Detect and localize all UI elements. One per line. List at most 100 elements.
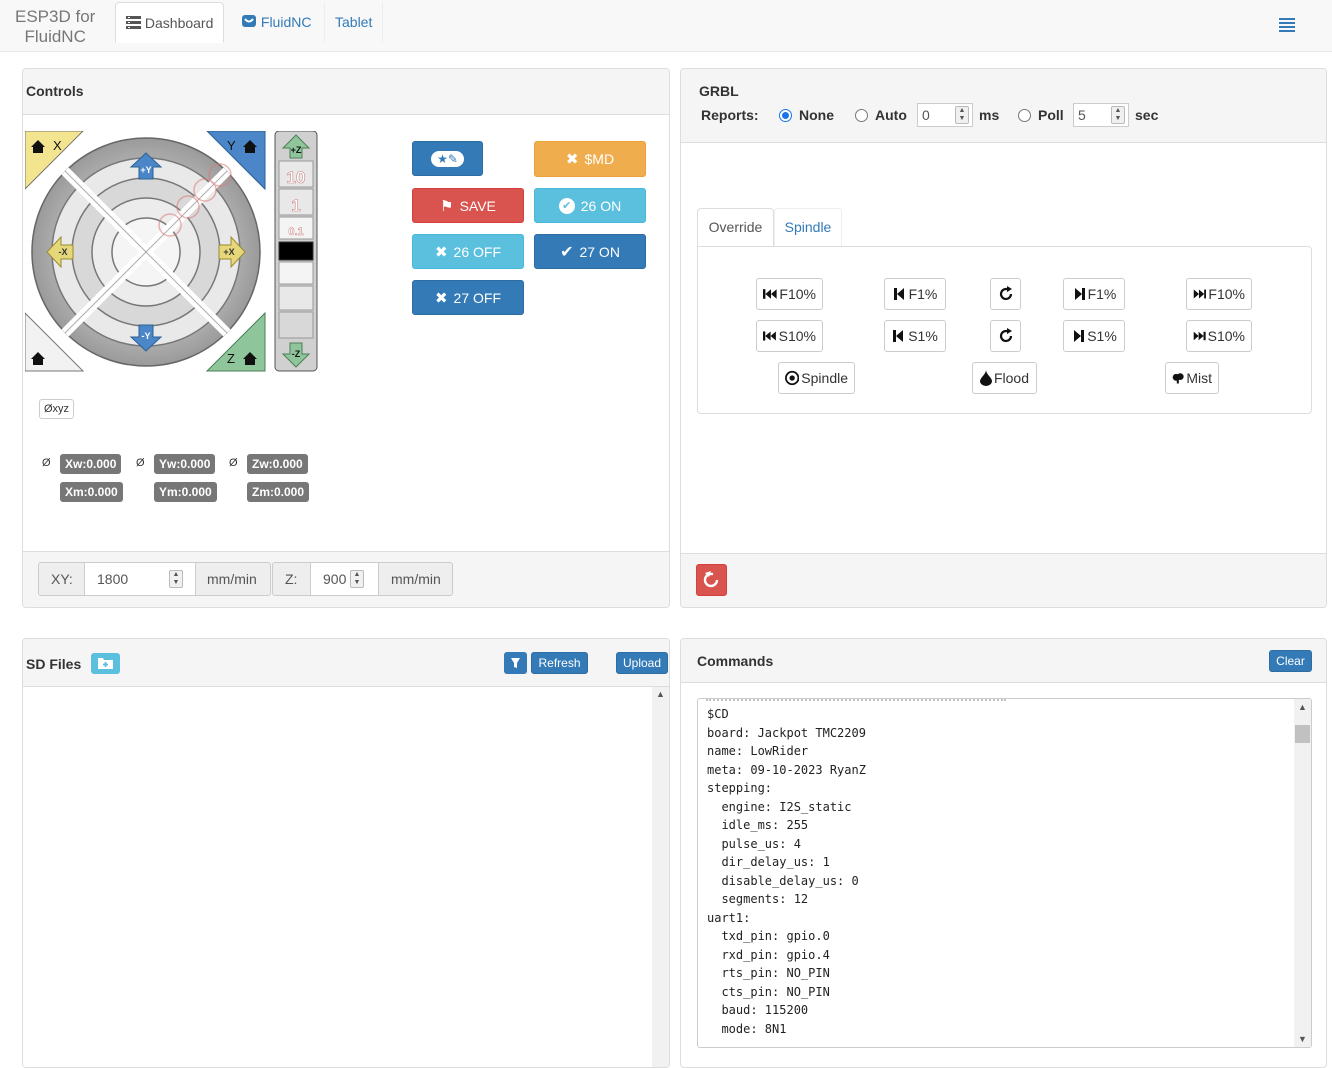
z-step-10[interactable]: 10 (286, 168, 306, 188)
controls-title: Controls (26, 83, 84, 99)
commands-output[interactable]: $CD board: Jackpot TMC2209 name: LowRider m… (697, 698, 1312, 1048)
spindle-reset-button[interactable] (990, 320, 1021, 352)
check-icon: ✔ (560, 243, 574, 261)
poll-interval-value: 5 (1078, 107, 1086, 123)
tab-tablet[interactable]: Tablet (324, 2, 384, 42)
xy-feed-spinner[interactable]: ▲ ▼ (169, 570, 183, 588)
fast-forward-icon (1193, 331, 1206, 341)
reports-poll-radio[interactable] (1018, 103, 1031, 127)
auto-interval-spinner[interactable]: ▲ ▼ (955, 106, 969, 124)
hamburger-menu-icon[interactable] (1279, 18, 1295, 34)
feed-plus-10-button[interactable]: F10% (1186, 278, 1252, 310)
grbl-footer (681, 553, 1326, 607)
z-feed-label: Z: (285, 571, 298, 587)
z-feed-input[interactable]: 900 ▲ ▼ (310, 562, 379, 596)
feed-plus-10-label: F10% (1208, 286, 1245, 302)
commands-scrollbar[interactable]: ▲ ▼ (1294, 699, 1311, 1047)
commands-panel: Commands Clear $CD board: Jackpot TMC2209… (680, 638, 1327, 1068)
auto-interval-value: 0 (922, 107, 930, 123)
filter-button[interactable] (504, 652, 527, 674)
macro-27-off-label: 27 OFF (453, 289, 502, 306)
feed-plus-1-button[interactable]: F1% (1063, 278, 1125, 310)
y-work-position: Yw:0.000 (154, 454, 216, 474)
macro-27-off-button[interactable]: ✖ 27 OFF (412, 280, 524, 315)
z-step-1[interactable]: 1 (291, 196, 301, 216)
sd-files-scrollbar[interactable]: ▲ (652, 687, 669, 1067)
command-line: meta: 09-10-2023 RyanZ (707, 762, 866, 777)
macro-26-off-label: 26 OFF (453, 243, 502, 260)
spindle-toggle-label: Spindle (801, 370, 848, 386)
upload-label: Upload (622, 656, 662, 670)
spindle-toggle-button[interactable]: Spindle (778, 362, 855, 394)
mist-toggle-button[interactable]: Mist (1165, 362, 1219, 394)
feed-plus-1-label: F1% (1087, 286, 1117, 302)
scroll-up-icon[interactable]: ▲ (1294, 699, 1311, 715)
macro-27-on-button[interactable]: ✔ 27 ON (534, 234, 646, 269)
z-feed-spinner[interactable]: ▲ ▼ (350, 570, 364, 588)
filter-icon (511, 658, 520, 668)
macro-26-on-label: 26 ON (580, 197, 622, 214)
fluidnc-icon (241, 13, 257, 33)
scroll-up-icon[interactable]: ▲ (652, 687, 669, 701)
reports-none-radio[interactable] (779, 103, 792, 127)
tab-dashboard[interactable]: Dashboard (115, 2, 225, 43)
poll-interval-spinner[interactable]: ▲ ▼ (1111, 106, 1125, 124)
grbl-panel: GRBL Reports: None Auto 0 ▲ ▼ ms Poll 5 ▲… (680, 68, 1327, 608)
spindle-minus-1-button[interactable]: S1% (884, 320, 946, 352)
zero-x-button[interactable]: Ø (38, 454, 55, 474)
macro-26-off-button[interactable]: ✖ 26 OFF (412, 234, 524, 269)
macro-md-label: $MD (584, 151, 615, 167)
feed-minus-1-button[interactable]: F1% (884, 278, 946, 310)
auto-interval-input[interactable]: 0 ▲ ▼ (917, 103, 973, 127)
scroll-down-icon[interactable]: ▼ (1294, 1031, 1311, 1047)
macro-save-button[interactable]: ⚑ SAVE (412, 188, 524, 223)
scroll-thumb[interactable] (1295, 725, 1310, 743)
jog-widget[interactable]: +Y -Y -X +X X Y Z 10 1 0.1 +Z -Z (25, 131, 321, 376)
spindle-minus-10-button[interactable]: S10% (756, 320, 823, 352)
drop-icon (979, 370, 992, 386)
command-line: name: LowRider (707, 744, 809, 758)
flood-toggle-button[interactable]: Flood (972, 362, 1037, 394)
reports-label: Reports: (701, 107, 759, 123)
command-line: $CD (707, 707, 729, 721)
controls-panel: Controls +Y -Y -X +X X Y Z 10 1 0.1 +Z -… (22, 68, 670, 608)
save-flag-icon: ⚑ (440, 197, 454, 215)
step-forward-icon (1074, 330, 1085, 342)
poll-interval-input[interactable]: 5 ▲ ▼ (1073, 103, 1129, 127)
plus-y-label: +Y (140, 165, 151, 175)
tab-override[interactable]: Override (697, 208, 774, 246)
tab-override-label: Override (708, 219, 763, 235)
zero-y-button[interactable]: Ø (132, 454, 149, 474)
reset-button[interactable] (696, 564, 727, 596)
command-line: disable_delay_us: 0 (707, 873, 859, 888)
upload-button[interactable]: Upload (616, 652, 668, 674)
z-jog-column[interactable]: 10 1 0.1 (274, 131, 318, 372)
clear-button[interactable]: Clear (1269, 650, 1312, 672)
macro-md-button[interactable]: ✖ $MD (534, 141, 646, 177)
spindle-plus-1-button[interactable]: S1% (1063, 320, 1125, 352)
xy-feed-input[interactable]: 1800 ▲ ▼ (84, 562, 196, 596)
y-machine-position: Ym:0.000 (154, 482, 217, 502)
z-step-0-1[interactable]: 0.1 (288, 226, 304, 239)
macro-27-on-label: 27 ON (579, 243, 620, 260)
command-line: rxd_pin: gpio.4 (707, 947, 830, 962)
feed-minus-10-button[interactable]: F10% (756, 278, 823, 310)
minus-y-label: -Y (142, 331, 151, 341)
macro-26-on-button[interactable]: ✔ 26 ON (534, 188, 646, 223)
commands-partial-line (706, 699, 1006, 701)
refresh-icon (999, 286, 1012, 301)
reports-auto-radio[interactable] (855, 103, 868, 127)
command-line: stepping: (707, 781, 773, 795)
sd-files-list[interactable] (23, 687, 669, 1067)
tab-spindle[interactable]: Spindle (774, 208, 842, 246)
spindle-plus-10-button[interactable]: S10% (1186, 320, 1252, 352)
zero-all-button[interactable]: Øxyz (39, 399, 75, 419)
feed-reset-button[interactable] (990, 278, 1021, 310)
command-line: dir_delay_us: 1 (707, 855, 830, 869)
zero-z-button[interactable]: Ø (225, 454, 242, 474)
tab-fluidnc[interactable]: FluidNC (231, 2, 321, 42)
macro-edit-button[interactable]: ★✎ (412, 141, 483, 176)
new-folder-button[interactable] (91, 653, 120, 674)
brand[interactable]: ESP3D for FluidNC (15, 7, 95, 47)
refresh-button[interactable]: Refresh (531, 652, 588, 674)
